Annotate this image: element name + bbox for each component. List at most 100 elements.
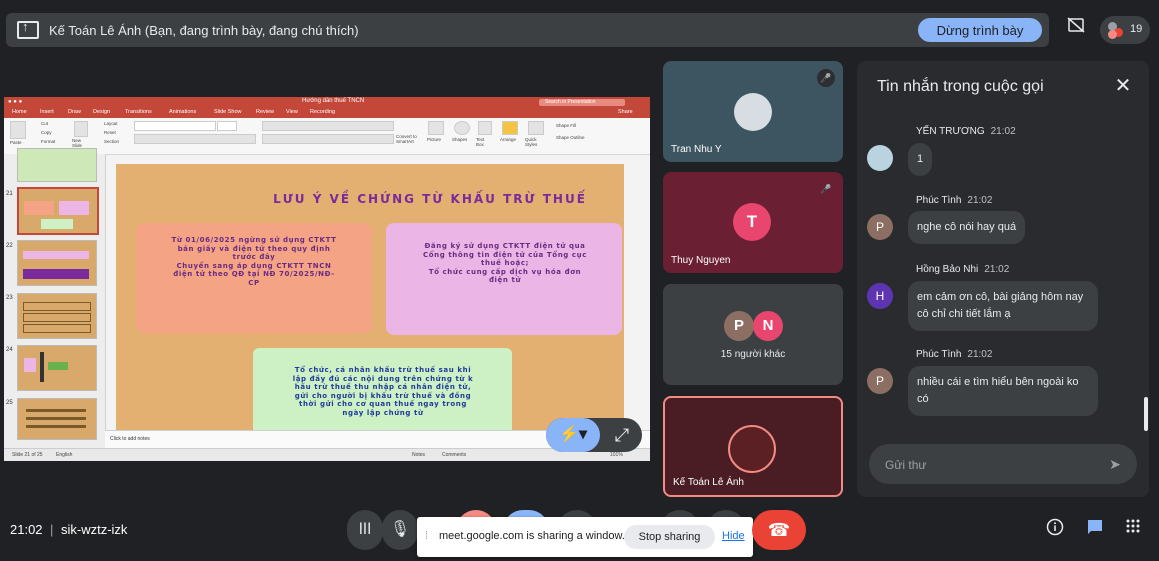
- text-box-icon[interactable]: [478, 121, 492, 135]
- slide-box-right: Đăng ký sử dụng CTKTT điện tử qua Cổng t…: [386, 223, 622, 335]
- fullscreen-icon[interactable]: ⤢: [608, 421, 636, 449]
- quick-styles-icon[interactable]: [528, 121, 544, 135]
- zoom-level[interactable]: 101%: [610, 452, 623, 458]
- others-tile[interactable]: P N 15 người khác: [663, 284, 843, 385]
- tab-insert[interactable]: Insert: [40, 109, 54, 115]
- message-sender: Phúc Tình 21:02: [916, 195, 992, 206]
- people-button[interactable]: 19: [1100, 16, 1150, 44]
- message-bubble: nhiều cái e tìm hiểu bên ngoài ko có: [908, 366, 1098, 416]
- message-bubble: em cảm ơn cô, bài giảng hôm nay cô chỉ c…: [908, 281, 1098, 331]
- meeting-code: sik-wztz-izk: [61, 522, 128, 537]
- end-call-button[interactable]: ☎: [752, 510, 806, 550]
- participant-avatar: P: [724, 311, 754, 341]
- participant-tile[interactable]: T 🎤 Thuy Nguyen: [663, 172, 843, 273]
- chat-scrollbar[interactable]: [1144, 397, 1148, 431]
- font-size-box[interactable]: [217, 121, 237, 131]
- share-button[interactable]: Share: [618, 109, 633, 115]
- slide-thumbnail[interactable]: [17, 148, 97, 182]
- message-sender-name: Phúc Tình: [916, 195, 962, 206]
- slide-thumbnail-active[interactable]: [17, 187, 99, 235]
- microphone-button[interactable]: 🎙: [382, 510, 418, 550]
- send-icon[interactable]: ➤: [1105, 454, 1125, 474]
- participant-count: 19: [1130, 23, 1143, 35]
- new-slide-icon[interactable]: [74, 121, 88, 137]
- info-icon[interactable]: [1043, 518, 1067, 542]
- audio-level-button[interactable]: ǀǀǀ: [347, 510, 383, 550]
- tab-home[interactable]: Home: [12, 109, 27, 115]
- close-icon[interactable]: ✕: [1112, 75, 1134, 97]
- quick-styles-label: Quick Styles: [525, 137, 538, 147]
- notes-placeholder: Click to add notes: [110, 436, 150, 442]
- paragraph-row[interactable]: [262, 121, 394, 131]
- hide-self-view-icon[interactable]: [1064, 17, 1088, 41]
- slide-box-left-text: Từ 01/06/2025 ngừng sử dụng CTKTT bản gi…: [171, 236, 337, 287]
- comments-toggle[interactable]: Comments: [442, 452, 466, 458]
- section-label[interactable]: Section: [104, 139, 119, 144]
- slide-box-bottom: Tổ chức, cá nhân khấu trừ thuế sau khi l…: [253, 348, 512, 430]
- arrange-icon[interactable]: [502, 121, 518, 135]
- tab-recording[interactable]: Recording: [310, 109, 335, 115]
- font-format-row[interactable]: [134, 134, 256, 144]
- message-sender: Phúc Tình 21:02: [916, 349, 992, 360]
- alignment-row[interactable]: [262, 134, 394, 144]
- slide-thumbnail[interactable]: [17, 293, 97, 339]
- layout-label[interactable]: Layout: [104, 121, 118, 126]
- activities-grid-icon[interactable]: [1121, 518, 1145, 542]
- chat-title: Tin nhắn trong cuộc gọi: [877, 78, 1044, 95]
- notes-toggle[interactable]: Notes: [412, 452, 425, 458]
- message-sender: YẾN TRƯƠNG 21:02: [916, 126, 1016, 137]
- separator: |: [50, 522, 54, 537]
- ppt-titlebar: ● ● ● Hướng dẫn thuế TNCN Search in Pres…: [4, 97, 650, 108]
- format-label[interactable]: Format: [41, 139, 55, 144]
- text-box-label: Text Box: [476, 137, 485, 147]
- tab-slide-show[interactable]: Slide Show: [214, 109, 242, 115]
- tab-draw[interactable]: Draw: [68, 109, 81, 115]
- picture-label: Picture: [427, 137, 442, 142]
- tab-view[interactable]: View: [286, 109, 298, 115]
- self-avatar: [728, 425, 776, 473]
- chat-input-box: ➤: [869, 444, 1137, 484]
- tab-animations[interactable]: Animations: [169, 109, 196, 115]
- window-controls[interactable]: ● ● ●: [8, 99, 22, 105]
- participant-tile[interactable]: 🎤 Tran Nhu Y: [663, 61, 843, 162]
- ppt-search[interactable]: Search in Presentation: [539, 99, 625, 106]
- stop-presenting-button[interactable]: Dừng trình bày: [918, 18, 1042, 42]
- shape-fill-label[interactable]: Shape Fill: [556, 123, 576, 128]
- presenting-title: Kế Toán Lê Ánh (Bạn, đang trình bày, đan…: [49, 23, 359, 38]
- annotate-pen-button[interactable]: ⚡▾: [546, 418, 600, 452]
- picture-icon[interactable]: [428, 121, 444, 135]
- slide-thumbnail[interactable]: [17, 398, 97, 440]
- convert-smartart-label[interactable]: Convert to SmartArt: [396, 134, 422, 144]
- participant-photo: [734, 93, 772, 131]
- cut-label[interactable]: Cut: [41, 121, 48, 126]
- stop-sharing-button[interactable]: Stop sharing: [624, 525, 715, 549]
- sharing-banner: ⁞ meet.google.com is sharing a window. S…: [417, 517, 753, 557]
- ppt-ribbon: Paste Cut Copy Format New Slide Layout R…: [4, 118, 650, 155]
- hide-banner-link[interactable]: Hide: [722, 530, 745, 542]
- shapes-icon[interactable]: [454, 121, 470, 135]
- slide-box-bottom-text: Tổ chức, cá nhân khấu trừ thuế sau khi l…: [292, 366, 474, 417]
- font-name-box[interactable]: [134, 121, 216, 131]
- mic-off-icon: 🎤: [817, 69, 835, 87]
- reset-label[interactable]: Reset: [104, 130, 116, 135]
- tab-transitions[interactable]: Transitions: [125, 109, 152, 115]
- chat-icon[interactable]: [1083, 518, 1107, 542]
- shapes-label: Shapes: [452, 137, 468, 142]
- paste-icon[interactable]: [10, 121, 26, 139]
- shape-outline-label[interactable]: Shape Outline: [556, 135, 585, 140]
- chat-input[interactable]: [883, 454, 1097, 476]
- participant-name: Thuy Nguyen: [671, 255, 731, 266]
- tab-design[interactable]: Design: [93, 109, 110, 115]
- slide-thumbnail[interactable]: [17, 240, 97, 286]
- participant-name: Kế Toán Lê Ánh: [673, 477, 744, 488]
- slide-number: 22: [6, 243, 13, 249]
- tab-review[interactable]: Review: [256, 109, 274, 115]
- others-count: 15 người khác: [720, 349, 786, 360]
- slide-thumbnail[interactable]: [17, 345, 97, 391]
- ppt-tabs: Home Insert Draw Design Transitions Anim…: [4, 108, 650, 118]
- copy-label[interactable]: Copy: [41, 130, 52, 135]
- participant-avatar: T: [733, 203, 771, 241]
- self-tile[interactable]: Kế Toán Lê Ánh: [663, 396, 843, 497]
- participant-name: Tran Nhu Y: [671, 144, 722, 155]
- drag-handle-icon[interactable]: ⁞: [425, 530, 428, 542]
